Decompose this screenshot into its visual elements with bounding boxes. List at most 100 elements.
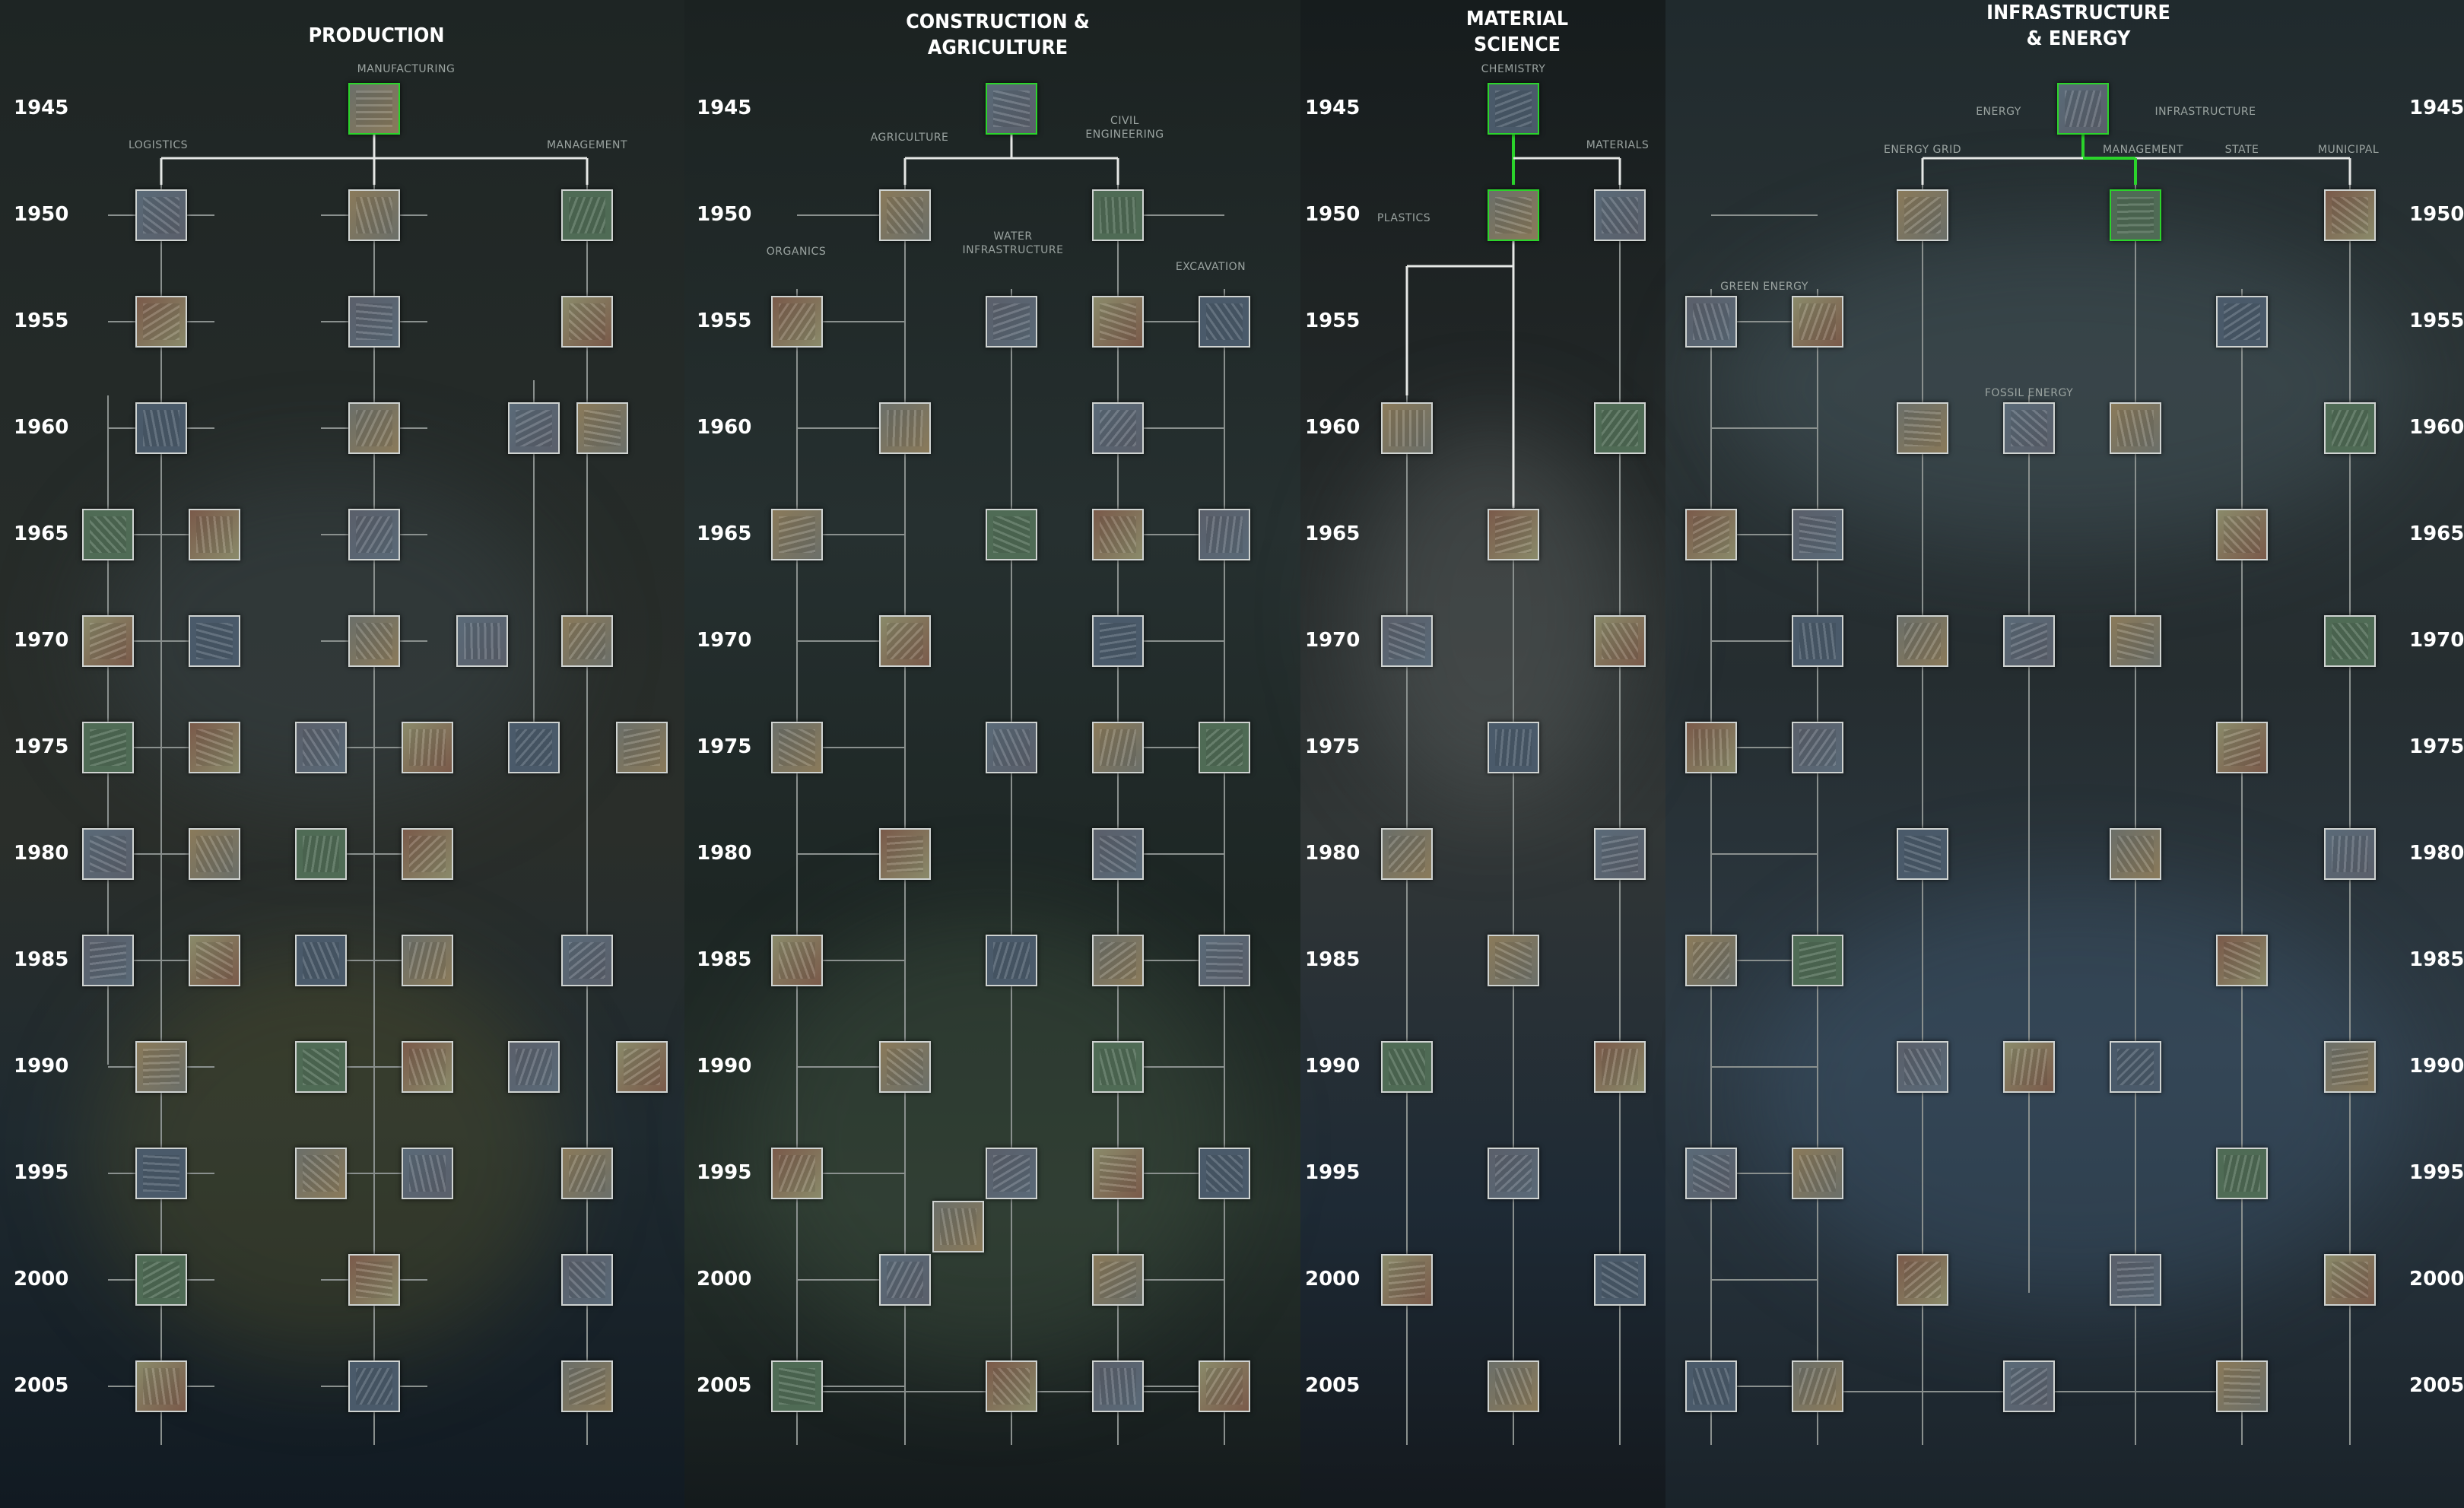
combine-thumbnail[interactable] — [879, 1254, 931, 1306]
periodic-table-thumbnail[interactable] — [1488, 83, 1539, 135]
fullerene-thumbnail[interactable] — [1594, 1041, 1646, 1093]
metal-part-thumbnail[interactable] — [1594, 615, 1646, 667]
forklift-thumbnail[interactable] — [456, 615, 508, 667]
tram-thumbnail[interactable] — [2216, 1148, 2268, 1199]
power-pole-thumbnail[interactable] — [1897, 189, 1948, 241]
drill-thumbnail[interactable] — [1092, 296, 1144, 348]
lab-flasks-thumbnail[interactable] — [1381, 1254, 1433, 1306]
glass-facade-thumbnail[interactable] — [1488, 1360, 1539, 1412]
ev-thumbnail[interactable] — [2003, 1360, 2055, 1412]
hardhat-thumbnail[interactable] — [561, 296, 613, 348]
refinery-thumbnail[interactable] — [2003, 402, 2055, 454]
steel-frame-thumbnail[interactable] — [1092, 935, 1144, 986]
scaffolding-thumbnail[interactable] — [986, 83, 1037, 135]
laptop-thumbnail[interactable] — [1092, 1254, 1144, 1306]
glass-panel-thumbnail[interactable] — [1594, 402, 1646, 454]
laser-thumbnail[interactable] — [295, 935, 347, 986]
boring-machine-thumbnail[interactable] — [1199, 935, 1250, 986]
tablet-thumbnail[interactable] — [561, 1360, 613, 1412]
welding-thumbnail[interactable] — [348, 189, 400, 241]
mining-thumbnail[interactable] — [771, 935, 823, 986]
molecule-diagram-thumbnail[interactable] — [879, 189, 931, 241]
water-tank-thumbnail[interactable] — [986, 1148, 1037, 1199]
dam-thumbnail[interactable] — [1092, 615, 1144, 667]
tower-thumbnail[interactable] — [1897, 828, 1948, 880]
highway-thumbnail[interactable] — [2324, 1254, 2376, 1306]
tunnel-thumbnail[interactable] — [135, 1360, 187, 1412]
locomotive-thumbnail[interactable] — [2057, 83, 2109, 135]
bearing-thumbnail[interactable] — [1381, 828, 1433, 880]
crop-rows-thumbnail[interactable] — [879, 615, 931, 667]
drone-thumbnail[interactable] — [135, 1254, 187, 1306]
geodesic-thumbnail[interactable] — [1092, 1148, 1144, 1199]
highspeed-train-thumbnail[interactable] — [2216, 935, 2268, 986]
road-thumbnail[interactable] — [1092, 1041, 1144, 1093]
insulator-thumbnail[interactable] — [1685, 935, 1737, 986]
excavator-thumbnail[interactable] — [1092, 402, 1144, 454]
truck-thumbnail[interactable] — [82, 615, 134, 667]
railway-thumbnail[interactable] — [2324, 189, 2376, 241]
farmland-thumbnail[interactable] — [771, 722, 823, 773]
roadworks-thumbnail[interactable] — [2110, 1041, 2161, 1093]
storage-thumbnail[interactable] — [616, 722, 668, 773]
port-thumbnail[interactable] — [1092, 1360, 1144, 1412]
rail-yard-thumbnail[interactable] — [2324, 402, 2376, 454]
oil-rig-thumbnail[interactable] — [1199, 1360, 1250, 1412]
pump-station-thumbnail[interactable] — [986, 935, 1037, 986]
dashboard-thumbnail[interactable] — [561, 1254, 613, 1306]
surgical-robot-thumbnail[interactable] — [348, 1360, 400, 1412]
hydro-thumbnail[interactable] — [1792, 1148, 1843, 1199]
wheat-thumbnail[interactable] — [771, 1360, 823, 1412]
shelf-storage-thumbnail[interactable] — [508, 1041, 560, 1093]
pipeline-thumbnail[interactable] — [2003, 615, 2055, 667]
circuit-chip-thumbnail[interactable] — [1381, 1041, 1433, 1093]
worker-site-thumbnail[interactable] — [2110, 828, 2161, 880]
sensor-thumbnail[interactable] — [1685, 1148, 1737, 1199]
worker-thumbnail[interactable] — [508, 402, 560, 454]
greenhouse-thumbnail[interactable] — [932, 1201, 984, 1252]
solar-panel-thumbnail[interactable] — [1792, 722, 1843, 773]
offshore-thumbnail[interactable] — [2003, 1041, 2055, 1093]
nanostructure-thumbnail[interactable] — [1488, 935, 1539, 986]
conveyor-thumbnail[interactable] — [508, 722, 560, 773]
robot-cell-thumbnail[interactable] — [295, 828, 347, 880]
rebar-thumbnail[interactable] — [1199, 296, 1250, 348]
tractor-thumbnail[interactable] — [879, 828, 931, 880]
treatment-plant-thumbnail[interactable] — [986, 722, 1037, 773]
ticket-gate-thumbnail[interactable] — [2324, 828, 2376, 880]
cylinders-thumbnail[interactable] — [1594, 828, 1646, 880]
machining-thumbnail[interactable] — [295, 1041, 347, 1093]
handshake-thumbnail[interactable] — [561, 189, 613, 241]
inspection-thumbnail[interactable] — [295, 722, 347, 773]
factory-line-thumbnail[interactable] — [348, 296, 400, 348]
pipe-thumbnail[interactable] — [1594, 189, 1646, 241]
traffic-thumbnail[interactable] — [2216, 509, 2268, 560]
chimney-thumbnail[interactable] — [1792, 615, 1843, 667]
aircraft-thumbnail[interactable] — [135, 189, 187, 241]
office-thumbnail[interactable] — [561, 615, 613, 667]
container-thumbnail[interactable] — [189, 615, 240, 667]
flowchart-thumbnail[interactable] — [135, 402, 187, 454]
shelves-thumbnail[interactable] — [189, 509, 240, 560]
jet-thumbnail[interactable] — [82, 935, 134, 986]
crane-thumbnail[interactable] — [135, 1041, 187, 1093]
plant-thumbnail[interactable] — [2110, 615, 2161, 667]
cad-thumbnail[interactable] — [1092, 828, 1144, 880]
robotic-welder-thumbnail[interactable] — [348, 1254, 400, 1306]
prism-thumbnail[interactable] — [1488, 189, 1539, 241]
solar-field-thumbnail[interactable] — [986, 509, 1037, 560]
press-thumbnail[interactable] — [295, 1148, 347, 1199]
seedling-thumbnail[interactable] — [771, 296, 823, 348]
metro-thumbnail[interactable] — [2216, 1360, 2268, 1412]
reactor-thumbnail[interactable] — [1685, 509, 1737, 560]
boxes-thumbnail[interactable] — [189, 722, 240, 773]
gear-machinery-thumbnail[interactable] — [348, 83, 400, 135]
bus-thumbnail[interactable] — [2216, 722, 2268, 773]
terminal-thumbnail[interactable] — [189, 828, 240, 880]
wind-farm-thumbnail[interactable] — [1792, 935, 1843, 986]
tower-crane-thumbnail[interactable] — [1199, 1148, 1250, 1199]
battery-thumbnail[interactable] — [1685, 1360, 1737, 1412]
mast-thumbnail[interactable] — [2110, 402, 2161, 454]
monorail-thumbnail[interactable] — [2324, 1041, 2376, 1093]
cnc-head-thumbnail[interactable] — [402, 935, 453, 986]
